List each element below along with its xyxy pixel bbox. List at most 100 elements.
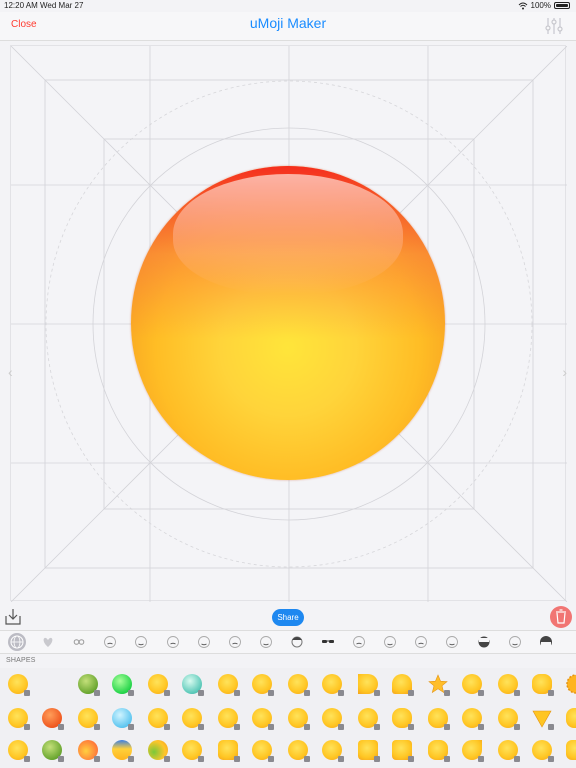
brow-icon[interactable] — [443, 633, 461, 651]
headphones-icon[interactable] — [257, 633, 275, 651]
square-shape[interactable] — [390, 738, 414, 762]
split-ball[interactable] — [356, 706, 380, 730]
half-face[interactable] — [356, 672, 380, 696]
sliders-icon[interactable] — [544, 16, 564, 36]
green-ball[interactable] — [40, 738, 64, 762]
green-ball[interactable] — [76, 672, 100, 696]
lock-icon — [408, 724, 414, 730]
battery-percent: 100% — [530, 1, 551, 10]
mouth-icon[interactable] — [164, 633, 182, 651]
cracked-face[interactable] — [146, 706, 170, 730]
heart-icon[interactable] — [39, 633, 57, 651]
heart-drop[interactable] — [460, 706, 484, 730]
fish-shape[interactable] — [250, 738, 274, 762]
lock-icon — [478, 690, 484, 696]
red-ball[interactable] — [76, 738, 100, 762]
star-shape[interactable] — [426, 672, 450, 696]
lock-icon — [514, 724, 520, 730]
eyebrows-icon[interactable] — [132, 633, 150, 651]
lock-icon — [338, 724, 344, 730]
crown-face[interactable] — [286, 672, 310, 696]
tilted-oval[interactable] — [460, 672, 484, 696]
share-button[interactable]: Share — [272, 609, 304, 626]
mustache-icon[interactable] — [506, 633, 524, 651]
lock-icon — [338, 690, 344, 696]
yellow-ball[interactable] — [286, 706, 310, 730]
smiley-shape[interactable] — [6, 672, 30, 696]
sunglasses-icon[interactable] — [319, 633, 337, 651]
rounded-square[interactable] — [216, 738, 240, 762]
lock-icon — [268, 756, 274, 762]
chevron-left-icon[interactable]: ‹ — [8, 364, 13, 380]
cloud-shape[interactable] — [530, 738, 554, 762]
mask-icon[interactable] — [350, 633, 368, 651]
frown-mouth-icon[interactable] — [195, 633, 213, 651]
yellow-ball[interactable] — [320, 738, 344, 762]
yellow-ball[interactable] — [180, 738, 204, 762]
triangle-shape[interactable] — [530, 706, 554, 730]
tall-oval[interactable] — [390, 706, 414, 730]
lock-icon — [408, 756, 414, 762]
section-label: SHAPES — [6, 657, 36, 664]
lock-icon — [514, 756, 520, 762]
yellow-ball[interactable] — [286, 738, 310, 762]
nose-icon[interactable] — [226, 633, 244, 651]
status-right: 100% — [518, 1, 570, 10]
sun-shape[interactable] — [564, 672, 576, 696]
emoji-face-base[interactable] — [131, 166, 445, 480]
green-cheek-ball[interactable] — [146, 738, 170, 762]
yellow-ball[interactable] — [180, 706, 204, 730]
hair-icon[interactable] — [288, 633, 306, 651]
accessory-icon[interactable] — [412, 633, 430, 651]
chevron-right-icon[interactable]: › — [562, 364, 567, 380]
yellow-oval[interactable] — [320, 672, 344, 696]
drop-shape[interactable] — [460, 738, 484, 762]
yellow-blob[interactable] — [250, 672, 274, 696]
bright-green-ball[interactable] — [110, 672, 134, 696]
lock-icon — [198, 724, 204, 730]
eyes-icon[interactable] — [70, 633, 88, 651]
download-icon[interactable] — [4, 608, 22, 626]
lock-icon — [304, 756, 310, 762]
round-square[interactable] — [564, 738, 576, 762]
face-icon[interactable] — [381, 633, 399, 651]
yellow-blob[interactable] — [216, 672, 240, 696]
arch-shape[interactable] — [390, 672, 414, 696]
globe-icon[interactable] — [8, 633, 26, 651]
blue-top-ball[interactable] — [110, 738, 134, 762]
wide-oval[interactable] — [530, 672, 554, 696]
lock-icon — [338, 756, 344, 762]
trash-button[interactable] — [550, 606, 572, 628]
lock-icon — [24, 724, 30, 730]
orange-ball[interactable] — [40, 706, 64, 730]
yellow-egg[interactable] — [250, 706, 274, 730]
lock-icon — [198, 756, 204, 762]
yellow-ball[interactable] — [6, 738, 30, 762]
lock-icon — [304, 724, 310, 730]
tilted-face[interactable] — [6, 706, 30, 730]
lock-icon — [128, 690, 134, 696]
glow-ball[interactable] — [320, 706, 344, 730]
beard-icon[interactable] — [475, 633, 493, 651]
halo-face[interactable] — [76, 706, 100, 730]
tall-egg[interactable] — [426, 706, 450, 730]
lock-icon — [444, 724, 450, 730]
wifi-icon — [518, 2, 527, 9]
pill-shape[interactable] — [426, 738, 450, 762]
lock-icon — [548, 724, 554, 730]
lock-icon — [374, 756, 380, 762]
closed-eyes-icon[interactable] — [101, 633, 119, 651]
lock-icon — [268, 724, 274, 730]
status-bar: 12:20 AM Wed Mar 27 100% — [0, 0, 576, 12]
bean-shape[interactable] — [496, 672, 520, 696]
wide-oval[interactable] — [564, 706, 576, 730]
square-shape[interactable] — [356, 738, 380, 762]
drip-face[interactable] — [216, 706, 240, 730]
teal-ball[interactable] — [180, 672, 204, 696]
shield-shape[interactable] — [496, 706, 520, 730]
emoji-face-gloss — [173, 174, 403, 294]
yellow-oval[interactable] — [146, 672, 170, 696]
teal-sphere[interactable] — [110, 706, 134, 730]
flower-shape[interactable] — [496, 738, 520, 762]
wig-icon[interactable] — [537, 633, 555, 651]
